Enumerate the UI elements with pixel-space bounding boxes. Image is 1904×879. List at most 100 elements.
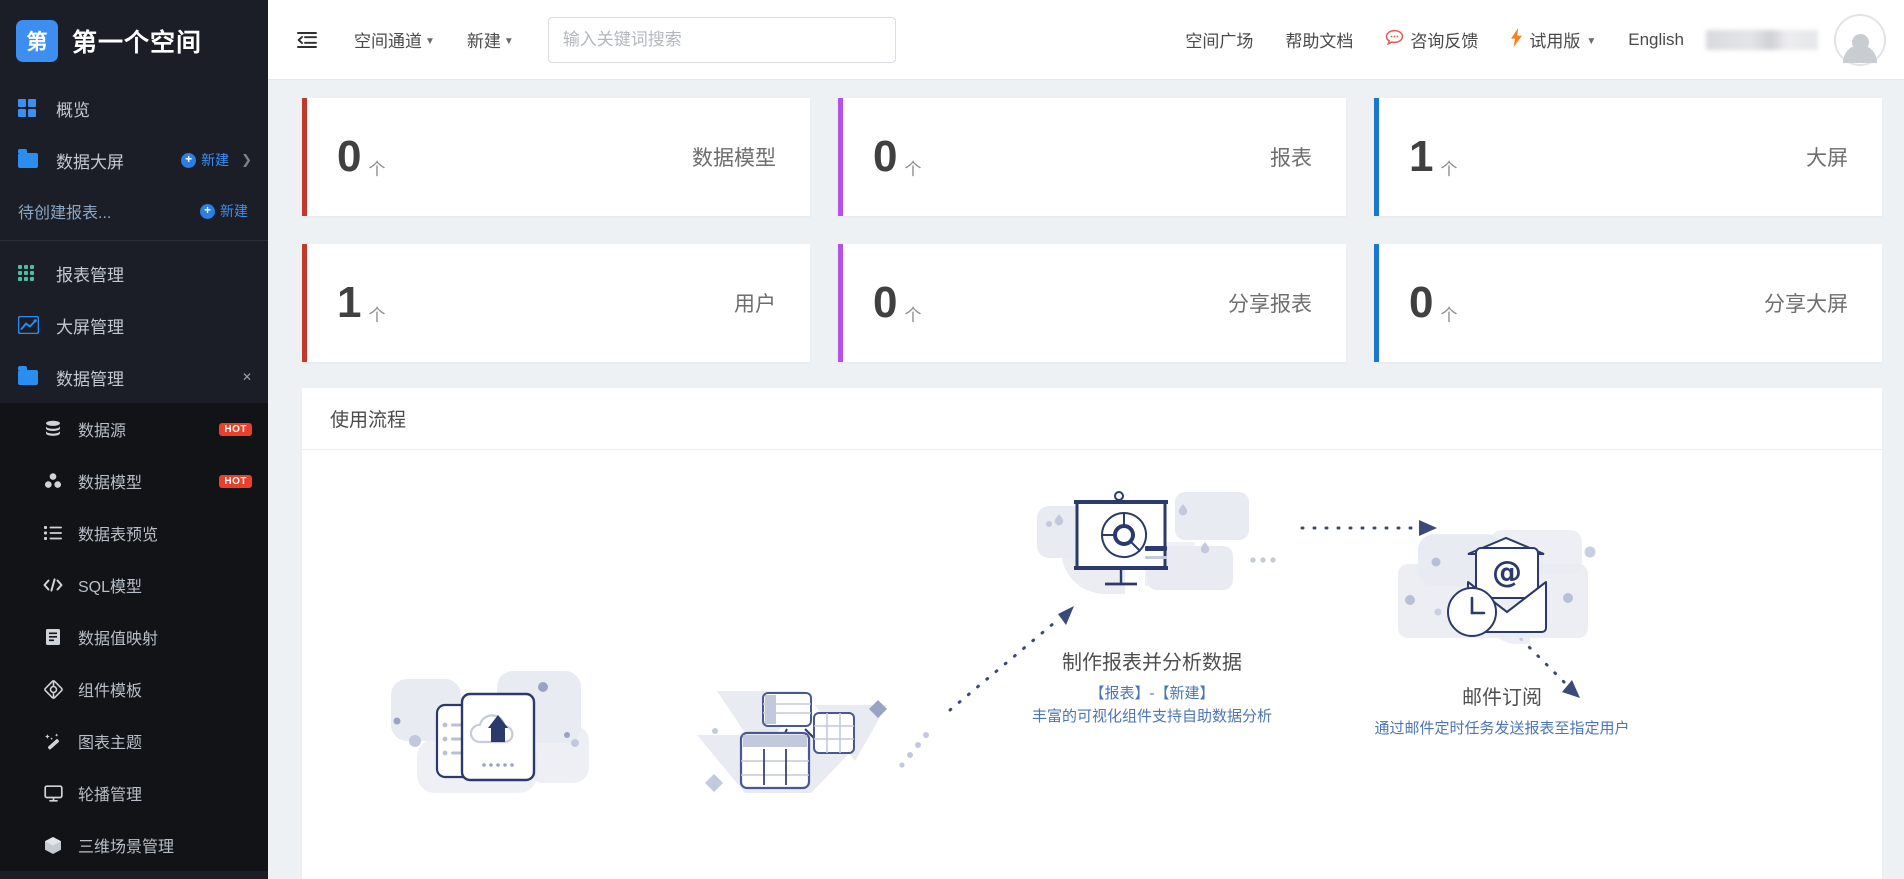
stat-unit: 个 xyxy=(1440,305,1458,325)
brand[interactable]: 第 第一个空间 xyxy=(0,0,268,82)
chat-bubble-icon xyxy=(1385,29,1404,51)
stat-card-user[interactable]: 1 个 用户 xyxy=(302,244,810,362)
avatar-image xyxy=(1834,13,1886,66)
stat-unit: 个 xyxy=(904,305,922,325)
top-link-help-docs[interactable]: 帮助文档 xyxy=(1269,27,1369,52)
sidebar-item-data-management[interactable]: 数据管理 ✕ xyxy=(0,351,268,403)
sidebar-item-label: SQL模型 xyxy=(78,579,143,596)
avatar[interactable] xyxy=(1834,13,1886,66)
flow-step-2 xyxy=(672,660,952,828)
folder-icon xyxy=(18,365,44,387)
collapse-sidebar-icon[interactable] xyxy=(290,23,324,57)
model-icon xyxy=(40,471,66,491)
flow-step-3: 制作报表并分析数据 【报表】-【新建】 丰富的可视化组件支持自助数据分析 xyxy=(1012,480,1292,728)
sidebar-item-label: 图表主题 xyxy=(78,735,143,752)
top-menu: 空间通道 ▼ 新建 ▼ xyxy=(342,21,526,58)
top-link-space-plaza[interactable]: 空间广场 xyxy=(1169,27,1269,52)
sidebar-item-pending-report[interactable]: 待创建报表... + 新建 xyxy=(0,186,268,236)
flow-step-desc: 通过邮件定时任务发送报表至指定用户 xyxy=(1362,718,1642,741)
flow-step-desc-line1: 【报表】-【新建】 xyxy=(1089,685,1215,702)
top-menu-item-space-channel[interactable]: 空间通道 ▼ xyxy=(342,21,447,58)
top-link-feedback[interactable]: 咨询反馈 xyxy=(1369,27,1494,52)
stat-value: 0 xyxy=(1409,278,1434,327)
book-icon xyxy=(40,627,66,647)
stat-card-data-model[interactable]: 0 个 数据模型 xyxy=(302,98,810,216)
sidebar: 第 第一个空间 概览 数据大屏 + 新建 ❯ 待创建报表... + 新建 报表管… xyxy=(0,0,268,879)
stat-value: 1 xyxy=(337,278,362,327)
sidebar-item-dashboard[interactable]: 数据大屏 + 新建 ❯ xyxy=(0,134,268,186)
stat-label: 报表 xyxy=(1270,147,1312,170)
sidebar-divider xyxy=(0,240,268,241)
top-link-label: 试用版 xyxy=(1529,32,1581,51)
chevron-down-icon: ▼ xyxy=(503,36,514,47)
stat-label: 数据模型 xyxy=(692,147,776,170)
cloud-upload-illustration xyxy=(352,660,632,820)
topbar: 空间通道 ▼ 新建 ▼ 空间广场 帮助文档 xyxy=(268,0,1904,80)
stat-cards-grid: 0 个 数据模型 0 个 报表 1 个 大屏 1 个 用户 0 个 分享报表 0… xyxy=(302,98,1882,362)
top-link-language-english[interactable]: English xyxy=(1612,30,1700,50)
usage-flow-panel: 使用流程 制作报表并分析数据 【报表】-【新建】 丰富的可视化组件支持自助数据分… xyxy=(302,388,1882,879)
sidebar-item-label: 轮播管理 xyxy=(78,787,143,804)
chevron-down-icon: ▼ xyxy=(1586,36,1597,47)
chevron-down-icon[interactable]: ✕ xyxy=(242,370,252,384)
dashboard-new-button[interactable]: + 新建 xyxy=(181,150,229,170)
content-scroll-area[interactable]: 0 个 数据模型 0 个 报表 1 个 大屏 1 个 用户 0 个 分享报表 0… xyxy=(268,80,1904,879)
flow-step-desc-line2: 丰富的可视化组件支持自助数据分析 xyxy=(1031,707,1272,725)
search-input[interactable] xyxy=(547,16,896,63)
flow-step-1 xyxy=(352,660,632,828)
stat-card-big-screen[interactable]: 1 个 大屏 xyxy=(1374,98,1882,216)
cube-outline-icon xyxy=(40,679,66,699)
database-icon xyxy=(40,419,66,439)
top-menu-label: 新建 xyxy=(466,32,501,51)
search-wrapper xyxy=(547,16,896,63)
pending-new-label: 新建 xyxy=(220,203,248,219)
plus-icon: + xyxy=(181,152,197,168)
flow-step-4: @ 邮件订阅 通过邮件定时任务发送报表至指定用户 xyxy=(1362,515,1642,741)
cube-3d-icon xyxy=(40,835,66,855)
sidebar-item-label: 数据管理 xyxy=(56,369,124,389)
pending-label: 待创建报表... xyxy=(18,205,112,222)
data-tables-illustration xyxy=(672,660,952,820)
brand-title: 第一个空间 xyxy=(72,29,203,57)
stat-label: 用户 xyxy=(734,293,776,316)
top-link-label: 空间广场 xyxy=(1185,32,1254,51)
sidebar-item-value-mapping[interactable]: 数据值映射 xyxy=(0,611,268,663)
sidebar-item-table-preview[interactable]: 数据表预览 xyxy=(0,507,268,559)
stat-card-shared-big-screen[interactable]: 0 个 分享大屏 xyxy=(1374,244,1882,362)
svg-text:@: @ xyxy=(1492,555,1522,590)
sidebar-item-label: 数据表预览 xyxy=(78,527,159,544)
stat-value: 1 xyxy=(1409,132,1434,181)
sidebar-item-3d-scene-management[interactable]: 三维场景管理 xyxy=(0,819,268,871)
sidebar-item-screen-management[interactable]: 大屏管理 xyxy=(0,299,268,351)
stat-card-report[interactable]: 0 个 报表 xyxy=(838,98,1346,216)
sidebar-item-datasource[interactable]: 数据源 HOT xyxy=(0,403,268,455)
sidebar-item-datamodel[interactable]: 数据模型 HOT xyxy=(0,455,268,507)
sidebar-item-label: 组件模板 xyxy=(78,683,143,700)
sidebar-item-overview[interactable]: 概览 xyxy=(0,82,268,134)
sidebar-item-carousel-management[interactable]: 轮播管理 xyxy=(0,767,268,819)
sidebar-item-label: 数据源 xyxy=(78,423,127,440)
bolt-icon xyxy=(1510,27,1523,52)
pending-new-button[interactable]: + 新建 xyxy=(200,201,248,221)
stat-card-shared-report[interactable]: 0 个 分享报表 xyxy=(838,244,1346,362)
folder-icon xyxy=(18,148,44,170)
status-badge: HOT xyxy=(219,474,252,488)
sidebar-item-label: 大屏管理 xyxy=(56,317,124,337)
stat-value: 0 xyxy=(873,132,898,181)
sidebar-item-label: 数据值映射 xyxy=(78,631,159,648)
sidebar-item-report-management[interactable]: 报表管理 xyxy=(0,247,268,299)
top-link-label: 咨询反馈 xyxy=(1410,32,1479,51)
grid-icon xyxy=(18,98,44,118)
stat-label: 大屏 xyxy=(1806,147,1848,170)
stat-unit: 个 xyxy=(904,159,922,179)
sidebar-item-component-template[interactable]: 组件模板 xyxy=(0,663,268,715)
top-menu-item-new[interactable]: 新建 ▼ xyxy=(455,21,526,58)
list-icon xyxy=(40,523,66,543)
sidebar-item-chart-theme[interactable]: 图表主题 xyxy=(0,715,268,767)
sidebar-item-sql-model[interactable]: SQL模型 xyxy=(0,559,268,611)
brand-logo: 第 xyxy=(16,20,58,62)
top-link-trial-version[interactable]: 试用版 ▼ xyxy=(1494,27,1612,52)
presentation-chart-illustration xyxy=(1012,480,1292,640)
chevron-right-icon[interactable]: ❯ xyxy=(241,152,252,168)
main-area: 空间通道 ▼ 新建 ▼ 空间广场 帮助文档 xyxy=(268,0,1904,879)
